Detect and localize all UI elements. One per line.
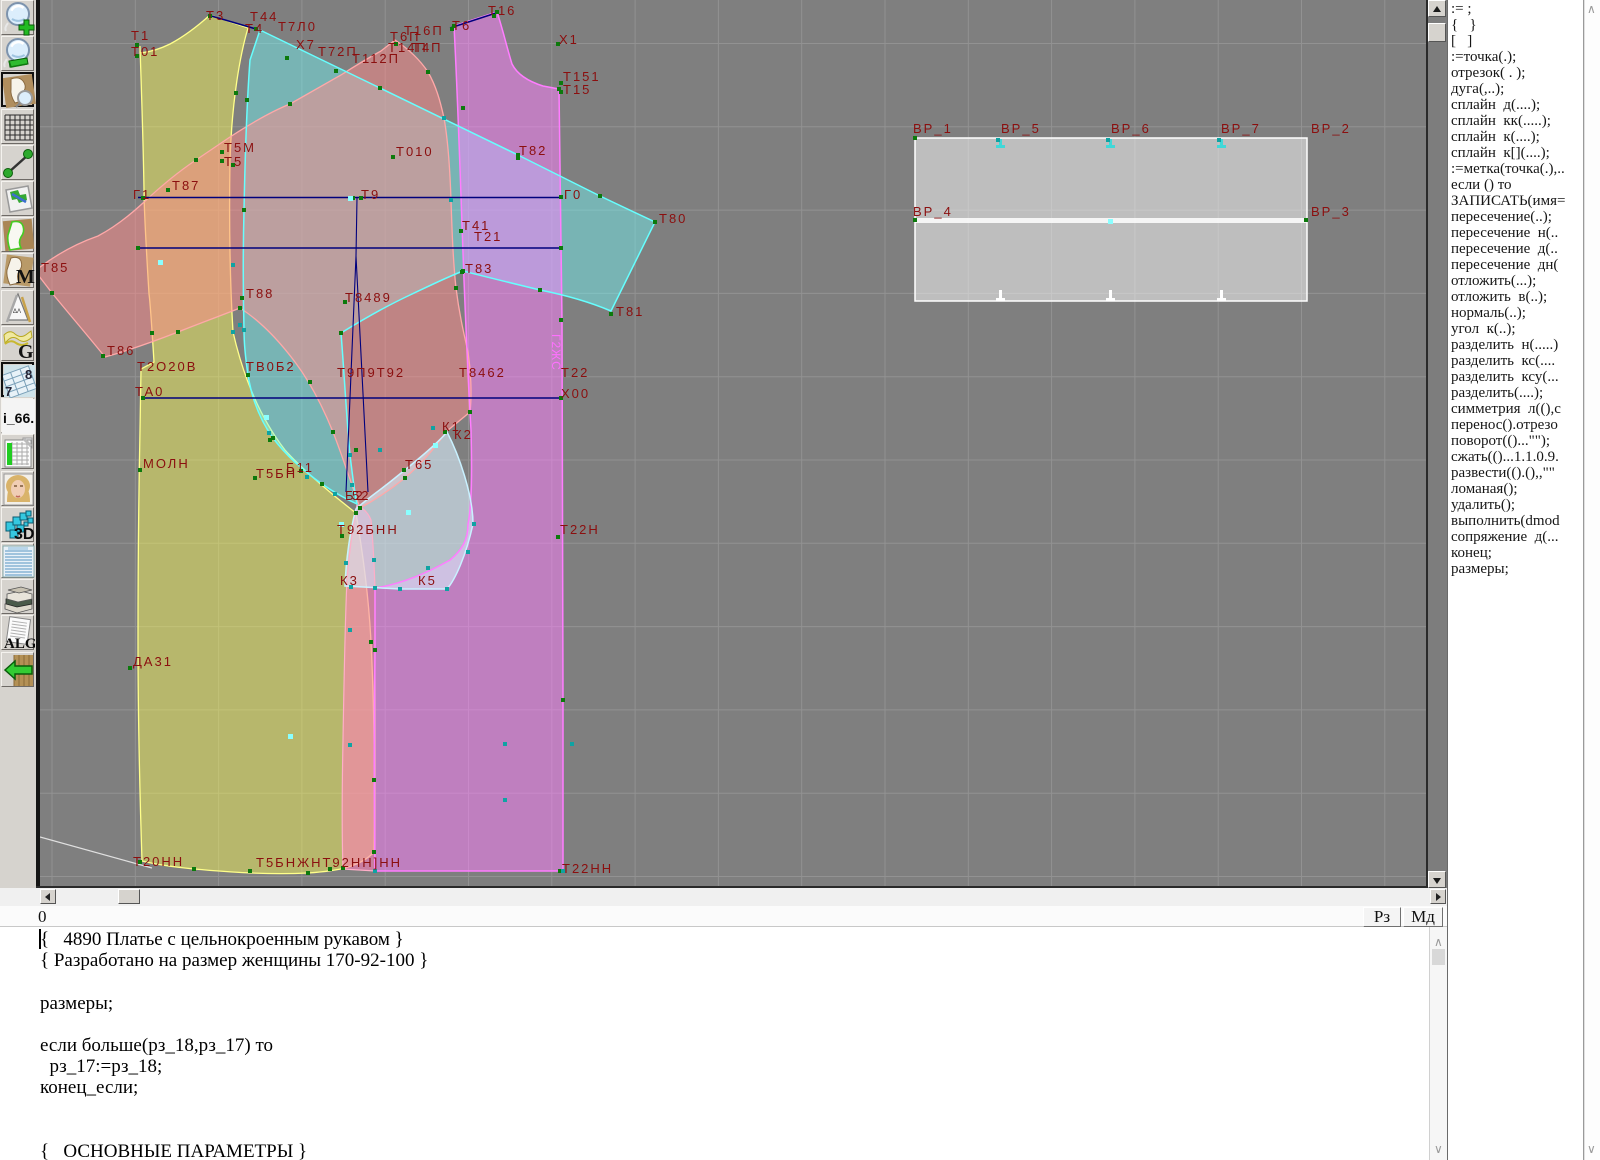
svg-text:Т22Н: Т22Н	[560, 522, 600, 537]
svg-text:К5: К5	[418, 573, 437, 588]
svg-text:Т9П9Т92: Т9П9Т92	[337, 365, 405, 380]
svg-text:Т6: Т6	[452, 18, 471, 33]
svg-text:ВР_7: ВР_7	[1221, 121, 1261, 136]
svg-text:G: G	[18, 341, 34, 362]
svg-text:Т010: Т010	[396, 144, 434, 159]
svg-text:Х00: Х00	[561, 386, 590, 401]
svg-text:Т01: Т01	[131, 44, 159, 59]
svg-text:ТА0: ТА0	[135, 384, 164, 399]
svg-text:ВР_2: ВР_2	[1311, 121, 1351, 136]
svg-text:Г0: Г0	[564, 187, 582, 202]
svg-text:Т4: Т4	[245, 21, 264, 36]
svg-text:i_66.: i_66.	[3, 410, 34, 426]
svg-text:К2: К2	[454, 427, 473, 442]
svg-text:Т5БН: Т5БН	[256, 466, 297, 481]
svg-text:Т88: Т88	[246, 286, 274, 301]
svg-text:Т92БНН: Т92БНН	[337, 522, 399, 537]
svg-text:Т20НН: Т20НН	[133, 854, 184, 869]
svg-text:МОЛН: МОЛН	[143, 456, 190, 471]
svg-text:Т83: Т83	[465, 261, 493, 276]
svg-text:ДА31: ДА31	[133, 654, 173, 669]
svg-text:Т8462: Т8462	[459, 365, 506, 380]
svg-text:Т15: Т15	[563, 82, 591, 97]
svg-text:ТВ0Б2: ТВ0Б2	[246, 359, 296, 374]
svg-text:Х7: Х7	[296, 37, 316, 52]
svg-text:ΔΛ: ΔΛ	[13, 309, 21, 315]
svg-text:Т82: Т82	[519, 143, 547, 158]
svg-text:ВР_5: ВР_5	[1001, 121, 1041, 136]
svg-text:Т1: Т1	[131, 28, 150, 43]
svg-text:Т86: Т86	[107, 343, 135, 358]
svg-text:ВР_6: ВР_6	[1111, 121, 1151, 136]
svg-text:Т6П: Т6П	[390, 29, 421, 44]
svg-text:Т21: Т21	[474, 229, 502, 244]
svg-text:3D: 3D	[14, 526, 34, 543]
svg-text:Г1: Г1	[133, 187, 151, 202]
svg-text:ВР_3: ВР_3	[1311, 204, 1351, 219]
svg-text:Т16: Т16	[488, 3, 516, 18]
svg-text:Т80: Т80	[659, 211, 687, 226]
svg-text:ВР_1: ВР_1	[913, 121, 953, 136]
svg-text:Т22НН: Т22НН	[562, 861, 613, 876]
svg-text:Т5: Т5	[224, 154, 243, 169]
svg-text:7: 7	[5, 384, 12, 399]
svg-text:К3: К3	[340, 573, 359, 588]
svg-text:Т9: Т9	[361, 187, 380, 202]
svg-text:8: 8	[25, 367, 32, 382]
svg-text:Т81: Т81	[616, 304, 644, 319]
svg-text:Т7Л0: Т7Л0	[278, 19, 317, 34]
svg-text:ВР_4: ВР_4	[913, 204, 953, 219]
svg-text:Т87: Т87	[172, 178, 200, 193]
svg-text:Т2О20В: Т2О20В	[137, 359, 197, 374]
svg-text:Т8489: Т8489	[345, 290, 392, 305]
svg-text:Т65: Т65	[405, 457, 433, 472]
svg-text:Х1: Х1	[559, 32, 579, 47]
svg-text:52: 52	[352, 488, 370, 503]
svg-text:Т5БНЖНТ92НН]НН: Т5БНЖНТ92НН]НН	[256, 855, 402, 870]
svg-text:Т85: Т85	[41, 260, 69, 275]
svg-text:Т5М: Т5М	[224, 140, 256, 155]
svg-text:Т3: Т3	[206, 8, 225, 23]
svg-text:Т22: Т22	[561, 365, 589, 380]
svg-text:M: M	[16, 266, 35, 288]
svg-text:ALG: ALG	[4, 636, 35, 651]
